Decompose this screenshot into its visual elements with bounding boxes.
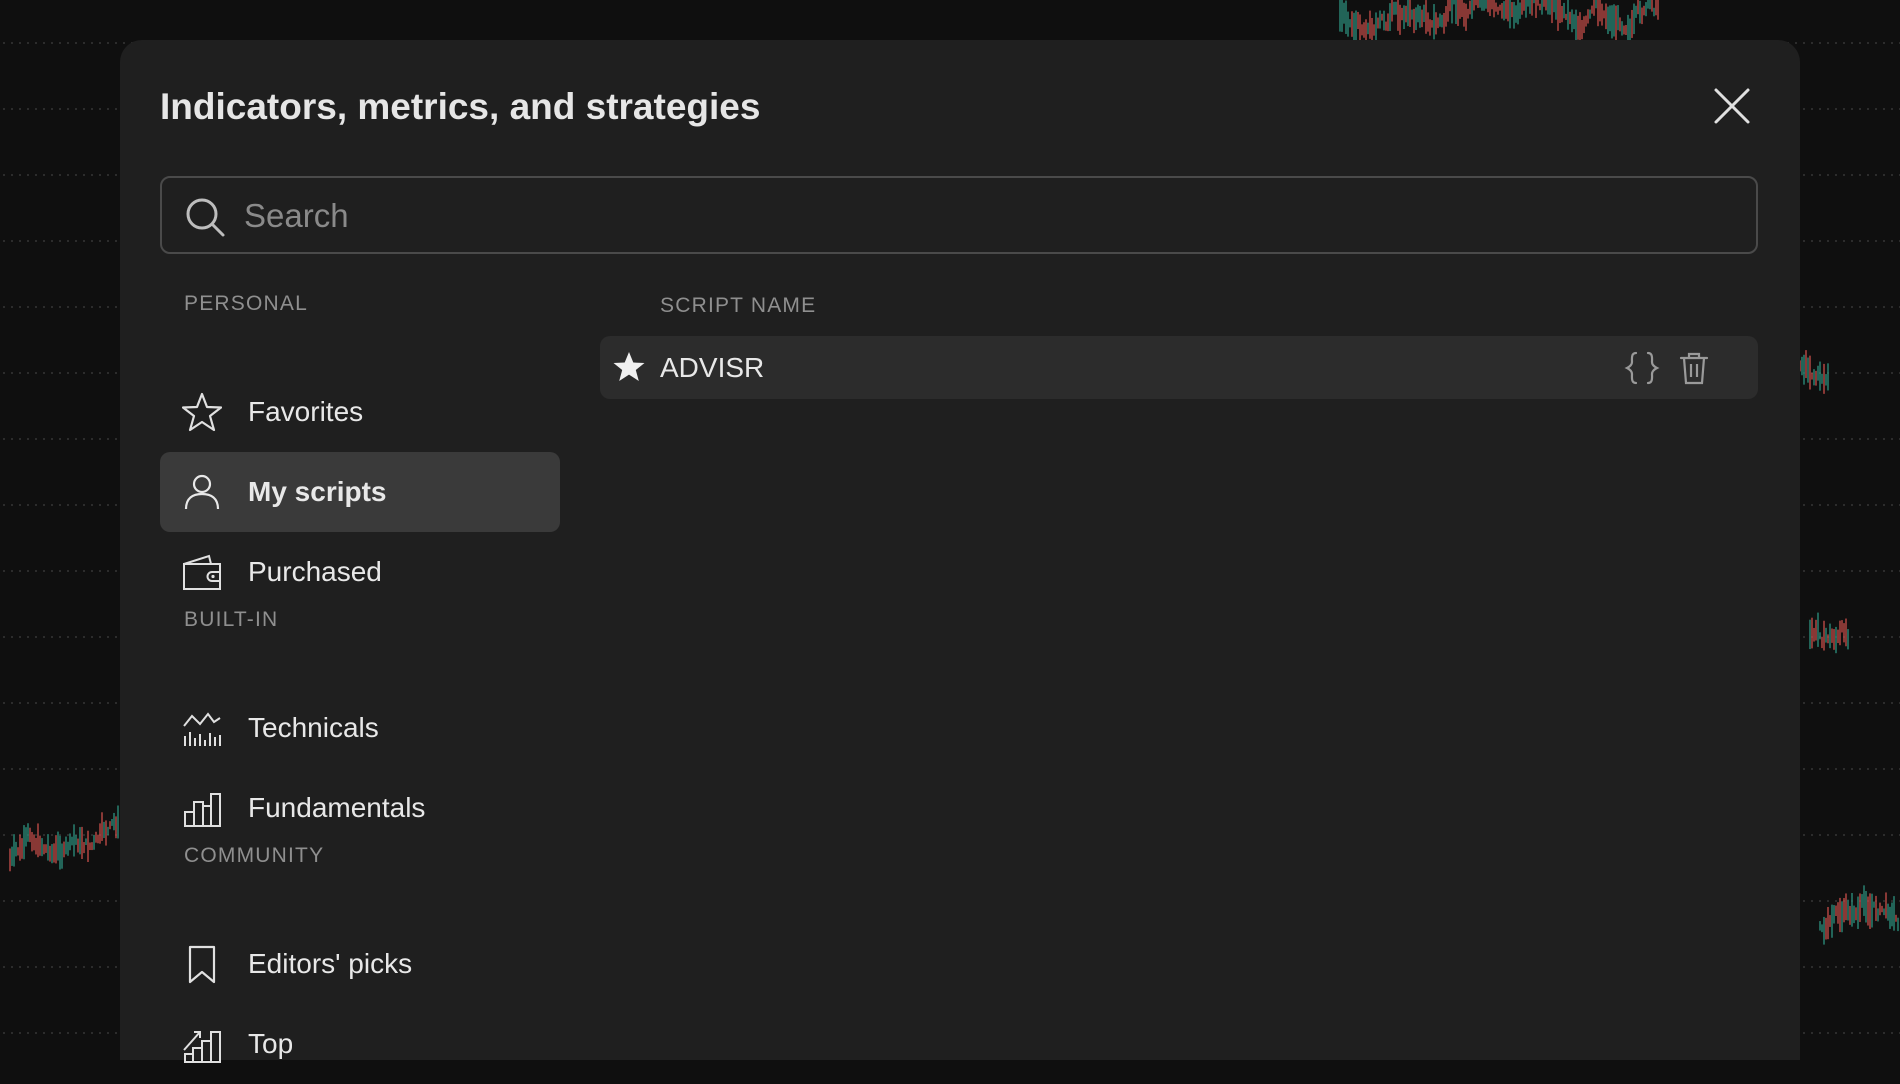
sidebar-item-label: Top: [248, 1028, 294, 1059]
trash-icon: [1679, 352, 1709, 385]
section-label-built-in: BUILT-IN: [184, 608, 279, 631]
delete-button[interactable]: [1676, 350, 1712, 386]
script-row[interactable]: ADVISR: [600, 336, 1758, 399]
sidebar-item-editors-picks[interactable]: Editors' picks: [160, 924, 560, 1004]
trending-bars-icon: [183, 1031, 221, 1063]
user-icon: [184, 474, 220, 510]
sidebar-item-label: Editors' picks: [248, 948, 413, 979]
source-code-button[interactable]: [1624, 350, 1660, 386]
search-icon: [186, 198, 225, 237]
sidebar-item-favorites[interactable]: Favorites: [160, 372, 560, 452]
sidebar-item-fundamentals[interactable]: Fundamentals: [160, 768, 560, 848]
section-label-community: COMMUNITY: [184, 844, 325, 867]
search-box: [160, 176, 1758, 254]
technicals-chart-icon: [183, 712, 221, 746]
search-input[interactable]: [242, 178, 1726, 254]
sidebar-item-label: My scripts: [248, 476, 387, 507]
close-button[interactable]: [1710, 84, 1754, 128]
dialog-title: Indicators, metrics, and strategies: [160, 86, 761, 127]
script-name: ADVISR: [660, 352, 765, 383]
sidebar-item-label: Favorites: [248, 396, 364, 427]
sidebar-item-label: Purchased: [248, 556, 382, 587]
wallet-icon: [183, 554, 221, 590]
source-code-icon: [1624, 351, 1660, 385]
bar-chart-icon: [184, 793, 221, 827]
close-icon: [1714, 88, 1750, 124]
column-header-script-name: SCRIPT NAME: [660, 294, 817, 317]
star-outline-icon: [182, 392, 222, 432]
bookmark-icon: [188, 945, 216, 984]
sidebar-item-top[interactable]: Top: [160, 1004, 560, 1084]
star-filled-icon[interactable]: [612, 350, 646, 384]
sidebar-item-purchased[interactable]: Purchased: [160, 532, 560, 612]
sidebar-item-label: Fundamentals: [248, 792, 426, 823]
sidebar-item-technicals[interactable]: Technicals: [160, 688, 560, 768]
sidebar-item-label: Technicals: [248, 712, 379, 743]
sidebar-item-my-scripts[interactable]: My scripts: [160, 452, 560, 532]
indicators-dialog: Indicators, metrics, and strategies PERS…: [120, 40, 1800, 1063]
section-label-personal: PERSONAL: [184, 292, 308, 315]
